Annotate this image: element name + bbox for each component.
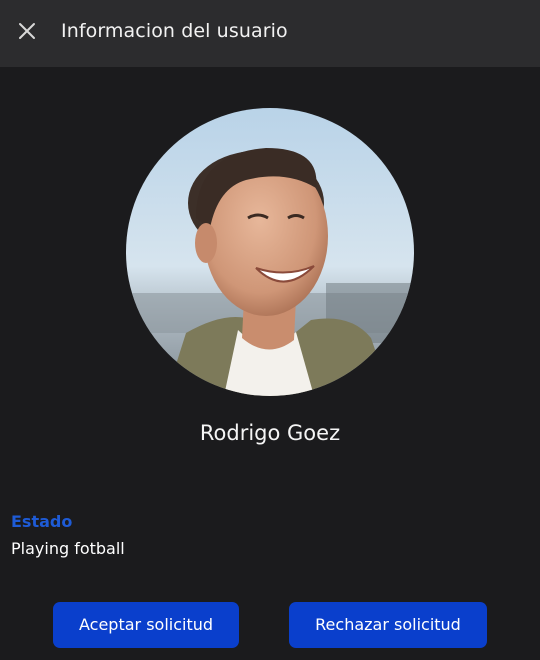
header-bar: Informacion del usuario — [0, 0, 540, 67]
close-icon — [19, 23, 35, 39]
reject-request-button[interactable]: Rechazar solicitud — [289, 602, 487, 648]
status-label: Estado — [11, 512, 73, 531]
page-title: Informacion del usuario — [61, 20, 288, 42]
user-info-panel: Informacion del usuario Rodrigo Goez Est… — [0, 0, 540, 660]
avatar — [126, 108, 414, 396]
status-value: Playing fotball — [11, 539, 125, 558]
accept-request-button[interactable]: Aceptar solicitud — [53, 602, 239, 648]
close-button[interactable] — [13, 17, 41, 45]
user-name: Rodrigo Goez — [199, 421, 341, 445]
